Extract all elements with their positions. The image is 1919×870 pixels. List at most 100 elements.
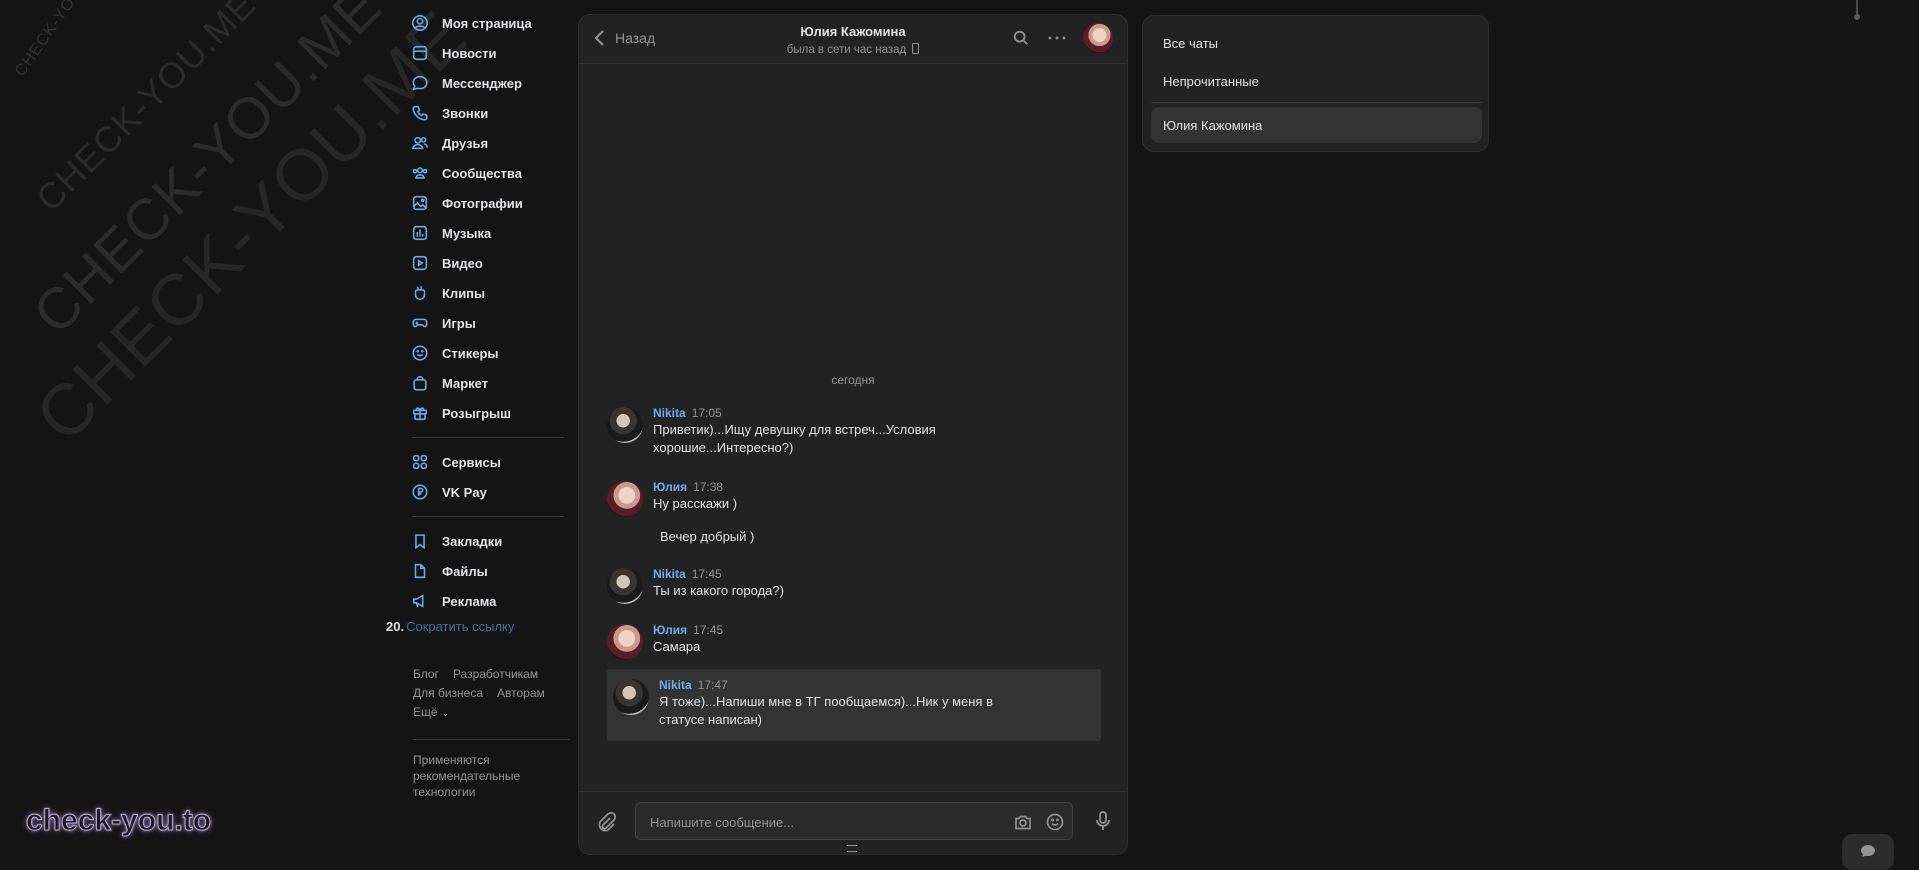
news-icon (410, 43, 430, 63)
message-author[interactable]: Nikita (653, 406, 686, 420)
footer-link-authors[interactable]: Авторам (497, 686, 545, 700)
nav-label: Новости (442, 45, 497, 61)
chat-list-item-active[interactable]: Юлия Кажомина (1151, 107, 1482, 143)
message-author[interactable]: Nikita (659, 678, 692, 692)
chat-bubble-icon (1861, 845, 1875, 857)
nav-label: Маркет (442, 375, 489, 391)
chat-float-button[interactable] (1842, 834, 1894, 870)
avatar[interactable] (607, 481, 643, 517)
nav-item-clips[interactable]: Клипы (410, 278, 570, 308)
nav-item-services[interactable]: Сервисы (410, 447, 570, 477)
avatar[interactable] (613, 679, 649, 715)
message-text: Ты из какого города?) (653, 583, 784, 598)
camera-button[interactable] (1012, 811, 1034, 833)
avatar[interactable] (607, 624, 643, 660)
message-input[interactable] (648, 803, 992, 841)
message-item-selected[interactable]: Nikita 17:47 Я тоже)...Напиши мне в ТГ по… (607, 669, 1101, 741)
communities-icon (410, 163, 430, 183)
chat-avatar[interactable] (1083, 23, 1113, 53)
search-button[interactable] (1011, 28, 1031, 48)
nav-item-files[interactable]: Файлы (410, 556, 570, 586)
message-text: Самара (653, 639, 701, 654)
mobile-icon (912, 43, 920, 54)
nav-item-giveaway[interactable]: Розыгрыш (410, 398, 570, 428)
nav-label: Сервисы (442, 454, 501, 470)
footer-link-more[interactable]: Ещё ⌄ (413, 705, 463, 719)
avatar[interactable] (607, 568, 643, 604)
emoji-button[interactable] (1044, 811, 1066, 833)
watermark-small: CHECK-YOU.ME (12, 0, 105, 80)
chat-status-text: была в сети час назад (786, 44, 907, 56)
footer-more-label: Ещё (413, 705, 438, 719)
nav-label: Стикеры (442, 345, 499, 361)
message-icon (410, 73, 430, 93)
scroll-indicator[interactable] (1854, 0, 1860, 20)
avatar[interactable] (607, 407, 643, 443)
message-author[interactable]: Юлия (653, 480, 687, 494)
paperclip-icon (598, 811, 617, 832)
nav-item-vk-pay[interactable]: VK Pay (410, 477, 570, 507)
message-text: Я тоже)...Напиши мне в ТГ пообщаемся)...… (659, 694, 993, 727)
nav-item-my-page[interactable]: Моя страница (410, 8, 570, 38)
nav-divider (412, 516, 564, 517)
message-time[interactable]: 17:45 (692, 567, 722, 581)
message-author[interactable]: Юлия (653, 623, 687, 637)
nav-item-news[interactable]: Новости (410, 38, 570, 68)
nav-item-market[interactable]: Маркет (410, 368, 570, 398)
message-text: Приветик)...Ищу девушку для встреч...Усл… (653, 422, 936, 455)
nav-item-calls[interactable]: Звонки (410, 98, 570, 128)
brand-watermark: check-you.to (25, 804, 212, 838)
file-icon (410, 561, 430, 581)
chat-header: Назад Юлия Кажомина была в сети час наза… (579, 15, 1127, 64)
resize-handle[interactable] (847, 845, 857, 852)
message-item[interactable]: Nikita 17:45 Ты из какого города?) (607, 566, 1099, 604)
chat-filter-panel: Все чаты Непрочитанные Юлия Кажомина (1142, 15, 1489, 152)
footer-link-business[interactable]: Для бизнеса (413, 686, 483, 700)
footer-divider (413, 739, 570, 740)
user-circle-icon (410, 13, 430, 33)
message-time[interactable]: 17:38 (693, 480, 723, 494)
filter-unread[interactable]: Непрочитанные (1151, 63, 1482, 99)
message-time[interactable]: 17:05 (692, 406, 722, 420)
shorten-number: 20. (386, 619, 405, 634)
nav-label: Друзья (442, 135, 489, 151)
clips-icon (410, 283, 430, 303)
footer-note: Применяются рекомендательные технологии (413, 753, 521, 799)
footer-link-blog[interactable]: Блог (413, 667, 439, 681)
nav-item-bookmarks[interactable]: Закладки (410, 526, 570, 556)
attach-button[interactable] (595, 811, 617, 838)
more-button[interactable] (1047, 28, 1067, 48)
nav-item-games[interactable]: Игры (410, 308, 570, 338)
message-time[interactable]: 17:45 (693, 623, 723, 637)
nav-item-stickers[interactable]: Стикеры (410, 338, 570, 368)
message-item[interactable]: Юлия 17:38 Ну расскажи ) (607, 479, 1099, 517)
message-text: Вечер добрый ) (660, 529, 755, 544)
voice-message-button[interactable] (1093, 810, 1113, 837)
nav-item-ads[interactable]: Реклама (410, 586, 570, 616)
bookmark-icon (410, 531, 430, 551)
message-text: Ну расскажи ) (653, 496, 738, 511)
message-composer (579, 791, 1127, 854)
message-input-box (635, 802, 1073, 841)
nav-label: Звонки (442, 105, 489, 121)
nav-item-communities[interactable]: Сообщества (410, 158, 570, 188)
gamepad-icon (410, 313, 430, 333)
filter-all-chats[interactable]: Все чаты (1151, 25, 1482, 61)
message-item[interactable]: Nikita 17:05 Приветик)...Ищу девушку для … (607, 405, 1099, 457)
nav-item-music[interactable]: Музыка (410, 218, 570, 248)
nav-item-messenger[interactable]: Мессенджер (410, 68, 570, 98)
camera-icon (1015, 815, 1031, 830)
music-icon (410, 223, 430, 243)
message-author[interactable]: Nikita (653, 567, 686, 581)
message-time[interactable]: 17:47 (698, 678, 728, 692)
nav-item-friends[interactable]: Друзья (410, 128, 570, 158)
nav-label: Мессенджер (442, 75, 522, 91)
nav-item-video[interactable]: Видео (410, 248, 570, 278)
date-separator: сегодня (831, 373, 875, 387)
gift-icon (410, 403, 430, 423)
shorten-link[interactable]: Сократить ссылку (406, 619, 514, 634)
nav-item-photos[interactable]: Фотографии (410, 188, 570, 218)
nav-label: Музыка (442, 225, 492, 241)
footer-link-developers[interactable]: Разработчикам (453, 667, 538, 681)
message-item[interactable]: Юлия 17:45 Самара (607, 622, 1099, 660)
